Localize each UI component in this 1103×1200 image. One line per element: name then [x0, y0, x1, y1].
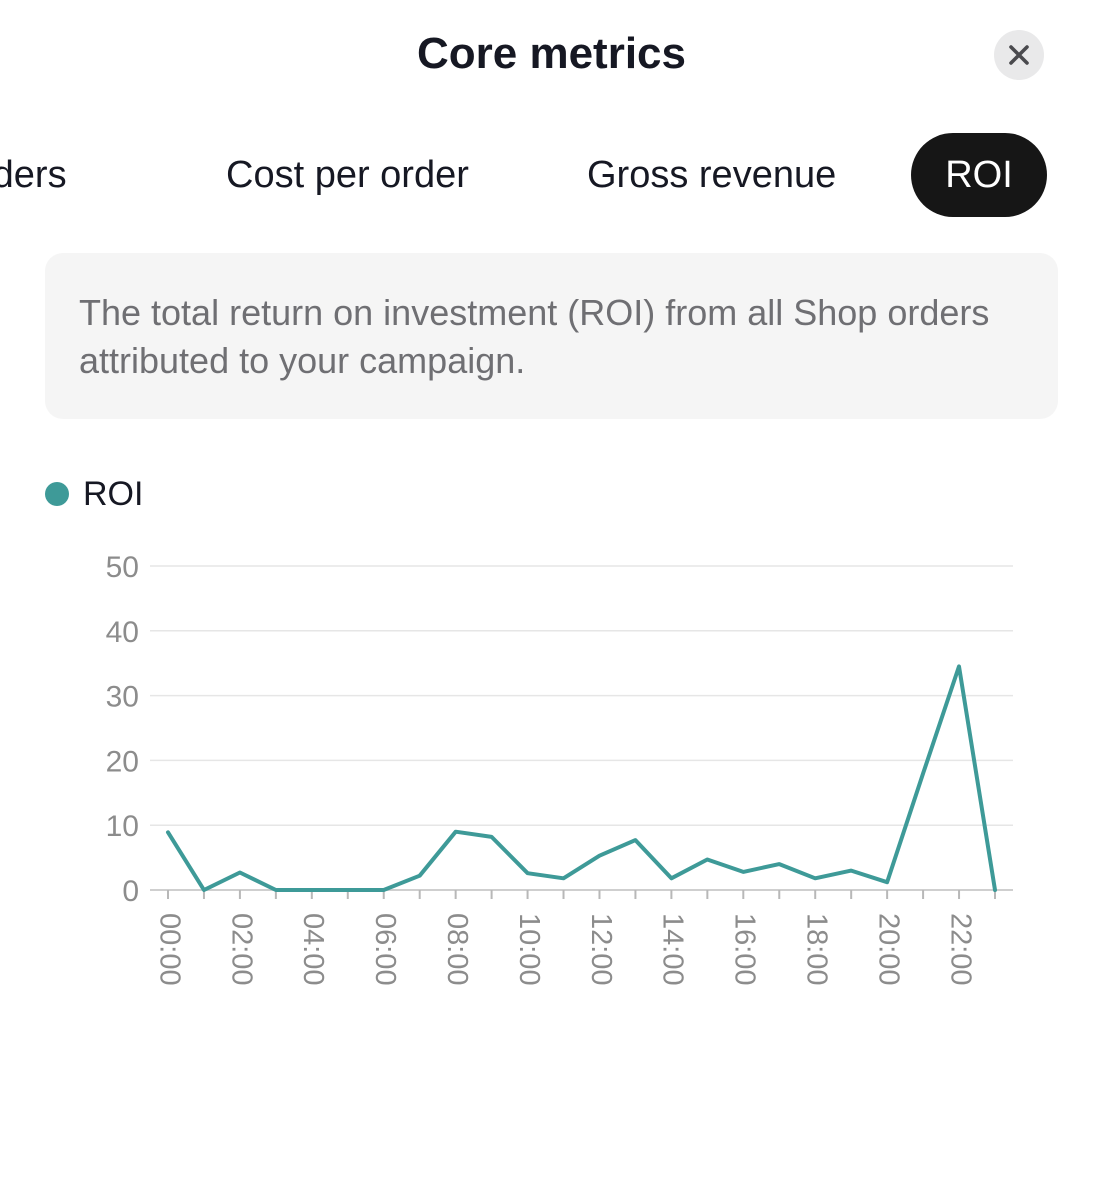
x-tick-label: 14:00	[657, 913, 689, 986]
y-tick-label: 50	[106, 551, 139, 584]
x-tick-label: 06:00	[369, 913, 401, 986]
x-tick-label: 10:00	[513, 913, 545, 986]
x-tick-label: 18:00	[801, 913, 833, 986]
x-tick-label: 08:00	[441, 913, 473, 986]
y-tick-label: 20	[106, 745, 139, 778]
x-tick-label: 00:00	[153, 913, 185, 986]
y-tick-label: 10	[106, 810, 139, 843]
y-tick-label: 0	[122, 875, 139, 908]
x-tick-label: 02:00	[225, 913, 257, 986]
x-tick-label: 20:00	[872, 913, 904, 986]
y-tick-label: 40	[106, 616, 139, 649]
x-tick-label: 04:00	[297, 913, 329, 986]
y-tick-label: 30	[106, 681, 139, 714]
x-tick-label: 16:00	[729, 913, 761, 986]
x-tick-label: 22:00	[944, 913, 976, 986]
series-line-roi	[166, 664, 997, 892]
core-metrics-sheet: Core metrics rders Cost per order Gross …	[0, 0, 1103, 1200]
x-tick-label: 12:00	[585, 913, 617, 986]
roi-line-chart: 0 10 20 30 40 50 00:00 02:00 04:00 06:00 08:00 10:0…	[106, 551, 1013, 986]
